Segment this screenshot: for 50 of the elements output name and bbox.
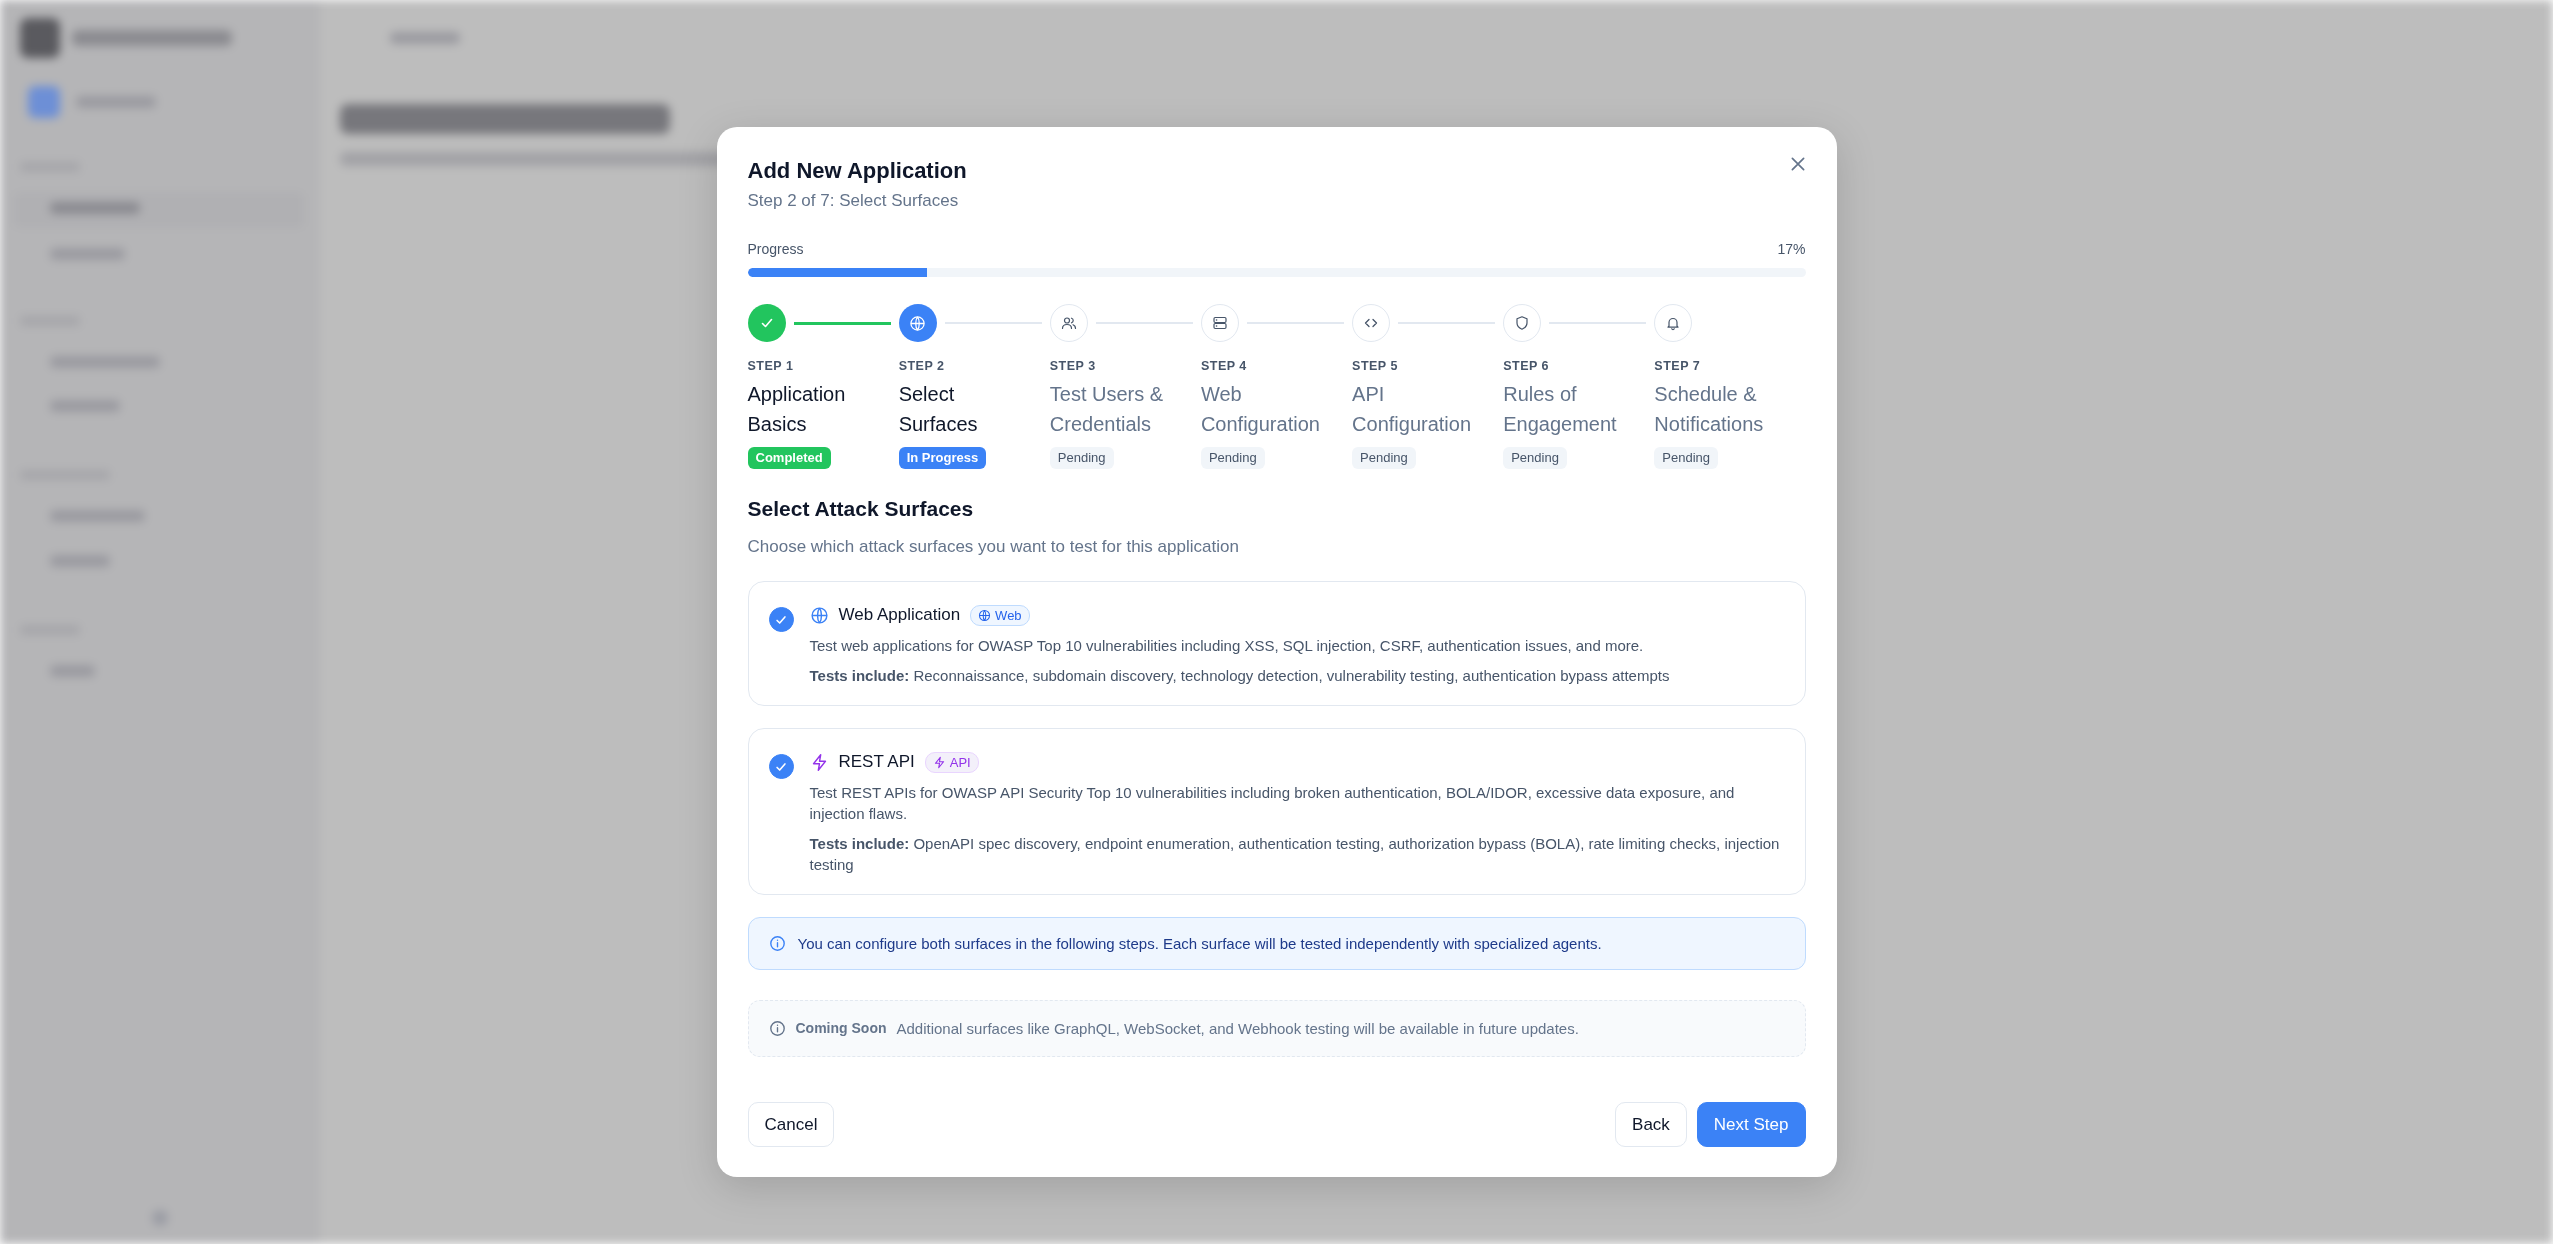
tag-label: API <box>949 754 971 770</box>
next-step-button[interactable]: Next Step <box>1696 1102 1806 1147</box>
surface-checkbox[interactable] <box>768 607 794 632</box>
section-description: Choose which attack surfaces you want to test for this application <box>747 536 1240 558</box>
info-text: You can configure both surfaces in the following steps. Each surface will be tested independently with specialized agents. <box>797 934 1602 954</box>
dialog-title: Add New Application <box>747 157 967 185</box>
status-badge: Pending <box>1654 447 1719 469</box>
dialog-subtitle: Step 2 of 7: Select Surfaces <box>747 190 960 212</box>
step-number: STEP 6 <box>1503 358 1550 374</box>
step-number: STEP 5 <box>1352 358 1398 374</box>
cancel-button[interactable]: Cancel <box>747 1102 835 1147</box>
step-number: STEP 4 <box>1200 358 1247 374</box>
step-title: Test Users & Credentials <box>1049 382 1165 437</box>
info-icon <box>768 1020 786 1037</box>
step-title: Select Surfaces <box>898 382 979 437</box>
progress-reading: 17% <box>1777 240 1806 259</box>
back-button[interactable]: Back <box>1615 1102 1687 1147</box>
info-icon <box>768 935 786 952</box>
status-badge: Pending <box>1352 447 1416 469</box>
coming-soon-text: Additional surfaces like GraphQL, WebSocket, and Webhook testing will be available in future updates. <box>896 1019 1579 1039</box>
step-number: STEP 7 <box>1654 358 1701 374</box>
status-badge: In Progress <box>898 447 987 469</box>
step-title: Application Basics <box>747 382 847 437</box>
globe-icon <box>978 608 992 622</box>
surface-description: Test REST APIs for OWASP API Security Top 10 vulnerabilities including broken authentication, BOLA/IDOR, excessive data exposure, and injection flaws. <box>809 783 1736 824</box>
surface-tests: Tests include: Reconnaissance, subdomain discovery, technology detection, vulnerability testing, authentication bypass attempts <box>809 666 1671 686</box>
status-badge: Pending <box>1049 447 1114 469</box>
surface-card[interactable] <box>747 581 1806 706</box>
step-number: STEP 1 <box>747 358 794 374</box>
surface-checkbox[interactable] <box>768 754 794 779</box>
step-title: Schedule & Notifications <box>1654 382 1765 437</box>
surface-tests: Tests include: OpenAPI spec discovery, endpoint enumeration, authentication testing, authorization bypass (BOLA), rate limiting checks, injection testing <box>809 834 1781 875</box>
section-heading: Select Attack Surfaces <box>747 496 975 522</box>
coming-soon-label: Coming Soon <box>795 1019 887 1038</box>
status-badge: Pending <box>1200 447 1265 469</box>
lightning-icon <box>932 755 946 769</box>
progress-label: Progress <box>747 240 804 259</box>
step-number: STEP 2 <box>898 358 945 374</box>
step-title: Rules of Engagement <box>1503 382 1618 437</box>
surface-name: Web Application <box>838 604 961 626</box>
step-number: STEP 3 <box>1049 358 1096 374</box>
surface-name: REST API <box>838 751 915 773</box>
status-badge: Pending <box>1503 447 1567 469</box>
surface-card[interactable] <box>747 728 1806 895</box>
globe-icon <box>809 605 829 625</box>
status-badge: Completed <box>747 447 831 469</box>
step-title: API Configuration <box>1352 382 1473 437</box>
surface-description: Test web applications for OWASP Top 10 vulnerabilities including XSS, SQL injection, CSRF, authentication issues, and more. <box>809 636 1645 656</box>
step-title: Web Configuration <box>1200 382 1321 437</box>
tag-label: Web <box>995 607 1022 623</box>
